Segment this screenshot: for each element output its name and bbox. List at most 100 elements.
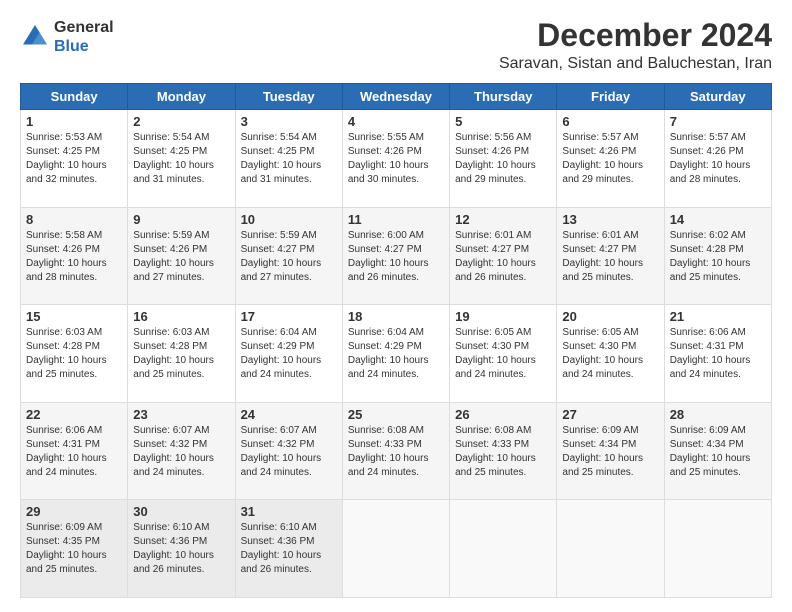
day-info: Sunrise: 6:06 AM Sunset: 4:31 PM Dayligh… <box>26 424 122 480</box>
day-number: 24 <box>241 407 337 422</box>
day-info: Sunrise: 5:56 AM Sunset: 4:26 PM Dayligh… <box>455 131 551 187</box>
day-number: 27 <box>562 407 658 422</box>
day-info: Sunrise: 5:59 AM Sunset: 4:26 PM Dayligh… <box>133 229 229 285</box>
day-info: Sunrise: 6:01 AM Sunset: 4:27 PM Dayligh… <box>562 229 658 285</box>
col-saturday: Saturday <box>664 84 771 110</box>
month-title: December 2024 <box>499 18 772 53</box>
logo-general: General <box>54 19 114 36</box>
day-info: Sunrise: 5:57 AM Sunset: 4:26 PM Dayligh… <box>562 131 658 187</box>
day-number: 25 <box>348 407 444 422</box>
day-number: 4 <box>348 114 444 129</box>
day-number: 8 <box>26 212 122 227</box>
day-info: Sunrise: 6:08 AM Sunset: 4:33 PM Dayligh… <box>348 424 444 480</box>
day-info: Sunrise: 5:54 AM Sunset: 4:25 PM Dayligh… <box>133 131 229 187</box>
day-info: Sunrise: 6:09 AM Sunset: 4:34 PM Dayligh… <box>670 424 766 480</box>
day-number: 31 <box>241 504 337 519</box>
table-row <box>557 500 664 598</box>
day-info: Sunrise: 5:58 AM Sunset: 4:26 PM Dayligh… <box>26 229 122 285</box>
table-row: 28 Sunrise: 6:09 AM Sunset: 4:34 PM Dayl… <box>664 402 771 500</box>
day-number: 18 <box>348 309 444 324</box>
table-row: 3 Sunrise: 5:54 AM Sunset: 4:25 PM Dayli… <box>235 110 342 208</box>
col-wednesday: Wednesday <box>342 84 449 110</box>
calendar-week-row: 8 Sunrise: 5:58 AM Sunset: 4:26 PM Dayli… <box>21 207 772 305</box>
day-number: 28 <box>670 407 766 422</box>
day-number: 16 <box>133 309 229 324</box>
logo-blue: Blue <box>54 38 89 55</box>
calendar-table: Sunday Monday Tuesday Wednesday Thursday… <box>20 83 772 598</box>
calendar-week-row: 1 Sunrise: 5:53 AM Sunset: 4:25 PM Dayli… <box>21 110 772 208</box>
logo-text: General Blue <box>54 18 114 56</box>
day-info: Sunrise: 6:07 AM Sunset: 4:32 PM Dayligh… <box>133 424 229 480</box>
table-row: 18 Sunrise: 6:04 AM Sunset: 4:29 PM Dayl… <box>342 305 449 403</box>
day-info: Sunrise: 6:08 AM Sunset: 4:33 PM Dayligh… <box>455 424 551 480</box>
table-row: 19 Sunrise: 6:05 AM Sunset: 4:30 PM Dayl… <box>450 305 557 403</box>
table-row: 21 Sunrise: 6:06 AM Sunset: 4:31 PM Dayl… <box>664 305 771 403</box>
calendar-week-row: 22 Sunrise: 6:06 AM Sunset: 4:31 PM Dayl… <box>21 402 772 500</box>
day-info: Sunrise: 5:53 AM Sunset: 4:25 PM Dayligh… <box>26 131 122 187</box>
table-row <box>450 500 557 598</box>
day-info: Sunrise: 5:55 AM Sunset: 4:26 PM Dayligh… <box>348 131 444 187</box>
col-thursday: Thursday <box>450 84 557 110</box>
day-number: 29 <box>26 504 122 519</box>
table-row: 6 Sunrise: 5:57 AM Sunset: 4:26 PM Dayli… <box>557 110 664 208</box>
table-row: 12 Sunrise: 6:01 AM Sunset: 4:27 PM Dayl… <box>450 207 557 305</box>
table-row: 10 Sunrise: 5:59 AM Sunset: 4:27 PM Dayl… <box>235 207 342 305</box>
day-number: 21 <box>670 309 766 324</box>
day-info: Sunrise: 5:57 AM Sunset: 4:26 PM Dayligh… <box>670 131 766 187</box>
day-number: 6 <box>562 114 658 129</box>
col-monday: Monday <box>128 84 235 110</box>
day-info: Sunrise: 5:59 AM Sunset: 4:27 PM Dayligh… <box>241 229 337 285</box>
day-number: 22 <box>26 407 122 422</box>
calendar-header-row: Sunday Monday Tuesday Wednesday Thursday… <box>21 84 772 110</box>
day-info: Sunrise: 6:00 AM Sunset: 4:27 PM Dayligh… <box>348 229 444 285</box>
day-info: Sunrise: 6:10 AM Sunset: 4:36 PM Dayligh… <box>241 521 337 577</box>
day-number: 11 <box>348 212 444 227</box>
day-info: Sunrise: 6:05 AM Sunset: 4:30 PM Dayligh… <box>455 326 551 382</box>
day-info: Sunrise: 6:05 AM Sunset: 4:30 PM Dayligh… <box>562 326 658 382</box>
table-row: 4 Sunrise: 5:55 AM Sunset: 4:26 PM Dayli… <box>342 110 449 208</box>
header: General Blue December 2024 Saravan, Sist… <box>20 18 772 73</box>
location-title: Saravan, Sistan and Baluchestan, Iran <box>499 55 772 73</box>
day-info: Sunrise: 6:09 AM Sunset: 4:35 PM Dayligh… <box>26 521 122 577</box>
logo-icon <box>20 22 50 52</box>
page: General Blue December 2024 Saravan, Sist… <box>0 0 792 612</box>
day-info: Sunrise: 6:04 AM Sunset: 4:29 PM Dayligh… <box>241 326 337 382</box>
day-number: 7 <box>670 114 766 129</box>
table-row: 5 Sunrise: 5:56 AM Sunset: 4:26 PM Dayli… <box>450 110 557 208</box>
table-row: 30 Sunrise: 6:10 AM Sunset: 4:36 PM Dayl… <box>128 500 235 598</box>
day-number: 23 <box>133 407 229 422</box>
table-row <box>342 500 449 598</box>
day-info: Sunrise: 6:01 AM Sunset: 4:27 PM Dayligh… <box>455 229 551 285</box>
day-info: Sunrise: 5:54 AM Sunset: 4:25 PM Dayligh… <box>241 131 337 187</box>
table-row: 23 Sunrise: 6:07 AM Sunset: 4:32 PM Dayl… <box>128 402 235 500</box>
day-number: 12 <box>455 212 551 227</box>
table-row: 13 Sunrise: 6:01 AM Sunset: 4:27 PM Dayl… <box>557 207 664 305</box>
col-tuesday: Tuesday <box>235 84 342 110</box>
table-row: 25 Sunrise: 6:08 AM Sunset: 4:33 PM Dayl… <box>342 402 449 500</box>
table-row: 26 Sunrise: 6:08 AM Sunset: 4:33 PM Dayl… <box>450 402 557 500</box>
day-number: 3 <box>241 114 337 129</box>
table-row: 17 Sunrise: 6:04 AM Sunset: 4:29 PM Dayl… <box>235 305 342 403</box>
table-row: 8 Sunrise: 5:58 AM Sunset: 4:26 PM Dayli… <box>21 207 128 305</box>
day-info: Sunrise: 6:03 AM Sunset: 4:28 PM Dayligh… <box>133 326 229 382</box>
day-number: 13 <box>562 212 658 227</box>
logo: General Blue <box>20 18 114 56</box>
table-row: 24 Sunrise: 6:07 AM Sunset: 4:32 PM Dayl… <box>235 402 342 500</box>
table-row: 9 Sunrise: 5:59 AM Sunset: 4:26 PM Dayli… <box>128 207 235 305</box>
table-row: 27 Sunrise: 6:09 AM Sunset: 4:34 PM Dayl… <box>557 402 664 500</box>
day-number: 17 <box>241 309 337 324</box>
day-number: 14 <box>670 212 766 227</box>
table-row: 1 Sunrise: 5:53 AM Sunset: 4:25 PM Dayli… <box>21 110 128 208</box>
day-info: Sunrise: 6:02 AM Sunset: 4:28 PM Dayligh… <box>670 229 766 285</box>
calendar-week-row: 29 Sunrise: 6:09 AM Sunset: 4:35 PM Dayl… <box>21 500 772 598</box>
day-number: 15 <box>26 309 122 324</box>
day-number: 10 <box>241 212 337 227</box>
day-number: 5 <box>455 114 551 129</box>
day-number: 9 <box>133 212 229 227</box>
table-row: 7 Sunrise: 5:57 AM Sunset: 4:26 PM Dayli… <box>664 110 771 208</box>
table-row <box>664 500 771 598</box>
col-sunday: Sunday <box>21 84 128 110</box>
title-area: December 2024 Saravan, Sistan and Baluch… <box>499 18 772 73</box>
day-info: Sunrise: 6:10 AM Sunset: 4:36 PM Dayligh… <box>133 521 229 577</box>
day-number: 1 <box>26 114 122 129</box>
